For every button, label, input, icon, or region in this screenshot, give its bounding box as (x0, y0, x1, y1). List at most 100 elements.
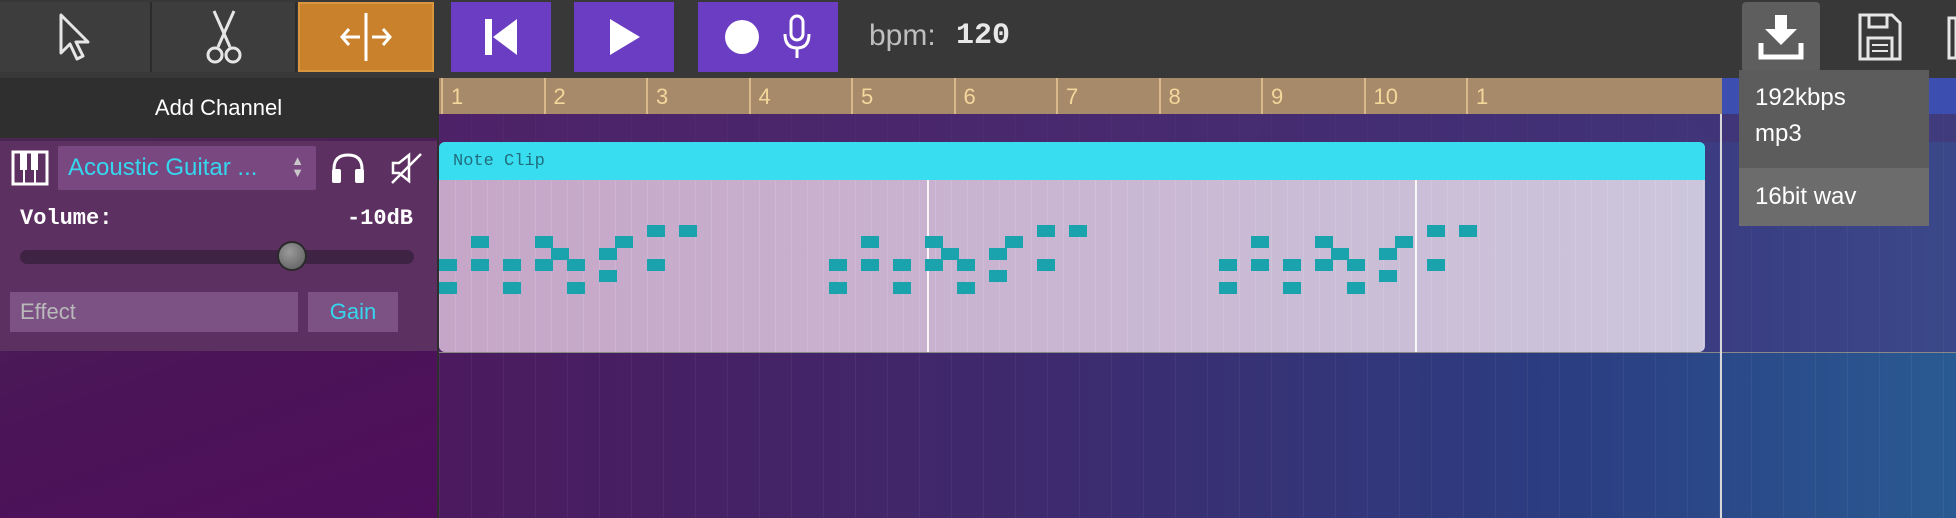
bpm-label: bpm: (869, 19, 936, 52)
note-block[interactable] (1427, 259, 1445, 271)
piano-icon[interactable] (8, 146, 52, 190)
export-button[interactable] (1742, 2, 1820, 72)
volume-slider-track[interactable] (20, 250, 414, 264)
channel-column: Add Channel Acoustic Guitar ... ▲ ▼ Volum… (0, 78, 439, 518)
note-block[interactable] (829, 259, 847, 271)
row-divider (439, 352, 1956, 353)
bar-number: 1 (1476, 84, 1489, 109)
note-block[interactable] (1347, 259, 1365, 271)
note-block[interactable] (535, 259, 553, 271)
trash-icon (1944, 12, 1956, 62)
mute-icon[interactable] (382, 146, 430, 190)
note-block[interactable] (925, 236, 943, 248)
note-block[interactable] (861, 236, 879, 248)
ruler-tick (1158, 78, 1161, 114)
note-block[interactable] (647, 225, 665, 237)
note-block[interactable] (1315, 259, 1333, 271)
bar-ruler[interactable]: 1 2 3 4 5 6 7 8 9 10 1 (439, 78, 1956, 114)
note-block[interactable] (989, 270, 1007, 282)
note-block[interactable] (471, 259, 489, 271)
download-icon (1757, 13, 1805, 61)
note-block[interactable] (1315, 236, 1333, 248)
skip-back-icon (481, 17, 521, 57)
note-block[interactable] (829, 282, 847, 294)
clip-grid (439, 180, 1705, 352)
ruler-tick (646, 78, 648, 114)
note-block[interactable] (893, 282, 911, 294)
track-header-band (439, 114, 1956, 142)
note-block[interactable] (861, 259, 879, 271)
note-block[interactable] (925, 259, 943, 271)
note-block[interactable] (567, 282, 585, 294)
note-block[interactable] (439, 259, 457, 271)
chevron-updown-icon: ▲ ▼ (291, 153, 304, 180)
select-tool-button[interactable] (0, 2, 152, 72)
bar-number: 4 (758, 84, 771, 109)
delete-button[interactable] (1944, 2, 1956, 72)
note-block[interactable] (647, 259, 665, 271)
effect-input[interactable] (10, 292, 298, 332)
note-block[interactable] (989, 248, 1007, 260)
cursor-icon (55, 11, 95, 63)
note-block[interactable] (957, 282, 975, 294)
note-block[interactable] (599, 270, 617, 282)
note-block[interactable] (1283, 259, 1301, 271)
instrument-select[interactable]: Acoustic Guitar ... ▲ ▼ (58, 146, 316, 190)
bar-number: 8 (1168, 84, 1181, 109)
volume-value: -10dB (346, 206, 413, 231)
ruler-tick (1261, 78, 1263, 114)
ruler-tick (543, 78, 546, 114)
note-block[interactable] (1005, 236, 1023, 248)
note-block[interactable] (1379, 248, 1397, 260)
note-block[interactable] (503, 259, 521, 271)
note-block[interactable] (471, 236, 489, 248)
note-block[interactable] (599, 248, 617, 260)
bpm-value[interactable]: 120 (956, 18, 1010, 54)
note-block[interactable] (1283, 282, 1301, 294)
note-block[interactable] (1347, 282, 1365, 294)
bar-number: 9 (1271, 84, 1284, 109)
ruler-tick (748, 78, 751, 114)
play-icon (606, 17, 642, 57)
play-button[interactable] (574, 2, 674, 72)
split-tool-button[interactable] (298, 2, 434, 72)
note-block[interactable] (1037, 225, 1055, 237)
timeline[interactable]: 1 2 3 4 5 6 7 8 9 10 1 Note Clip (439, 78, 1956, 518)
loop-marker (1415, 180, 1417, 352)
gain-button[interactable]: Gain (308, 292, 398, 332)
note-block[interactable] (679, 225, 697, 237)
volume-slider-thumb[interactable] (276, 241, 307, 271)
note-block[interactable] (439, 282, 457, 294)
note-block[interactable] (1219, 282, 1237, 294)
note-block[interactable] (535, 236, 553, 248)
note-block[interactable] (1379, 270, 1397, 282)
note-block[interactable] (1251, 259, 1269, 271)
ruler-tick (441, 78, 443, 114)
note-block[interactable] (615, 236, 633, 248)
microphone-icon[interactable] (782, 14, 812, 60)
note-block[interactable] (1251, 236, 1269, 248)
note-block[interactable] (1427, 225, 1445, 237)
export-mp3-item[interactable]: 192kbps mp3 (1739, 80, 1929, 152)
bar-number: 5 (861, 84, 874, 109)
record-group (698, 2, 838, 72)
note-block[interactable] (1069, 225, 1087, 237)
note-block[interactable] (893, 259, 911, 271)
skip-back-button[interactable] (451, 2, 551, 72)
playhead[interactable] (1720, 114, 1722, 518)
note-block[interactable] (567, 259, 585, 271)
clip-header[interactable]: Note Clip (439, 142, 1705, 180)
save-button[interactable] (1840, 2, 1920, 72)
note-block[interactable] (1037, 259, 1055, 271)
note-block[interactable] (957, 259, 975, 271)
note-block[interactable] (503, 282, 521, 294)
note-block[interactable] (1459, 225, 1477, 237)
cut-tool-button[interactable] (152, 2, 297, 72)
export-wav-item[interactable]: 16bit wav (1739, 168, 1929, 226)
add-channel-button[interactable]: Add Channel (0, 78, 437, 138)
headphones-icon[interactable] (324, 146, 372, 190)
note-block[interactable] (1395, 236, 1413, 248)
note-clip[interactable]: Note Clip (439, 142, 1705, 352)
record-icon[interactable] (724, 19, 760, 55)
note-block[interactable] (1219, 259, 1237, 271)
